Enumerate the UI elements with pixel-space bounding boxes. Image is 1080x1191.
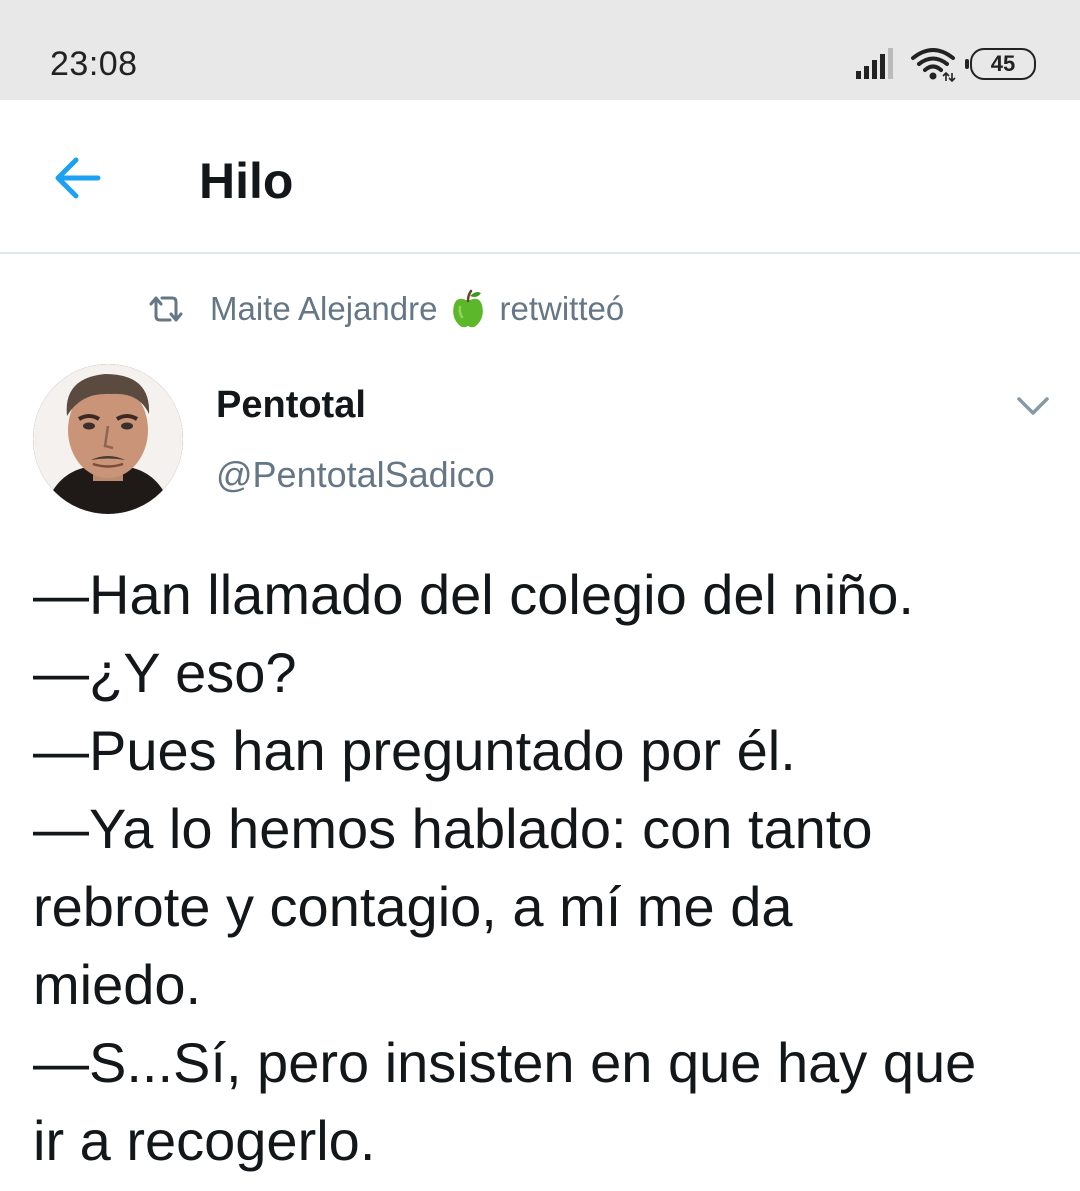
retweet-icon (149, 296, 183, 322)
chevron-down-icon (1017, 397, 1049, 415)
app-header: Hilo (0, 100, 1080, 254)
signal-icon (856, 48, 893, 79)
back-button[interactable] (44, 148, 110, 208)
green-apple-icon (453, 289, 484, 328)
status-bar: 23:08 45 (0, 0, 1080, 100)
status-icons: 45 (854, 44, 1036, 84)
tweet-line: —¿Y eso? (33, 641, 297, 704)
author-name[interactable]: Pentotal (216, 380, 366, 430)
tweet-line: —S...Sí, pero insisten en que hay que (33, 1031, 977, 1094)
tweet-line: ir a recogerlo. (33, 1109, 376, 1172)
retweeter-name[interactable]: Maite Alejandre (210, 290, 437, 328)
page-title: Hilo (199, 153, 294, 209)
battery-level: 45 (990, 51, 1016, 76)
tweet-text: —Han llamado del colegio del niño. —¿Y e… (33, 556, 1053, 1180)
author-handle[interactable]: @PentotalSadico (216, 450, 495, 500)
arrow-left-icon (55, 157, 101, 199)
wifi-icon (911, 48, 956, 82)
avatar-image (33, 364, 183, 514)
status-time: 23:08 (50, 45, 138, 83)
tweet-options-button[interactable] (1008, 384, 1058, 428)
tweet-line: —Ya lo hemos hablado: con tanto (33, 797, 873, 860)
retweet-context[interactable]: Maite Alejandre retwitteó (148, 286, 624, 332)
avatar[interactable] (33, 364, 183, 514)
tweet-line: rebrote y contagio, a mí me da (33, 875, 793, 938)
battery-indicator: 45 (965, 48, 1036, 80)
tweet-line: miedo. (33, 953, 202, 1016)
tweet-line: —Pues han preguntado por él. (33, 719, 796, 782)
retweet-action: retwitteó (499, 290, 625, 327)
tweet-line: —Han llamado del colegio del niño. (33, 563, 914, 626)
